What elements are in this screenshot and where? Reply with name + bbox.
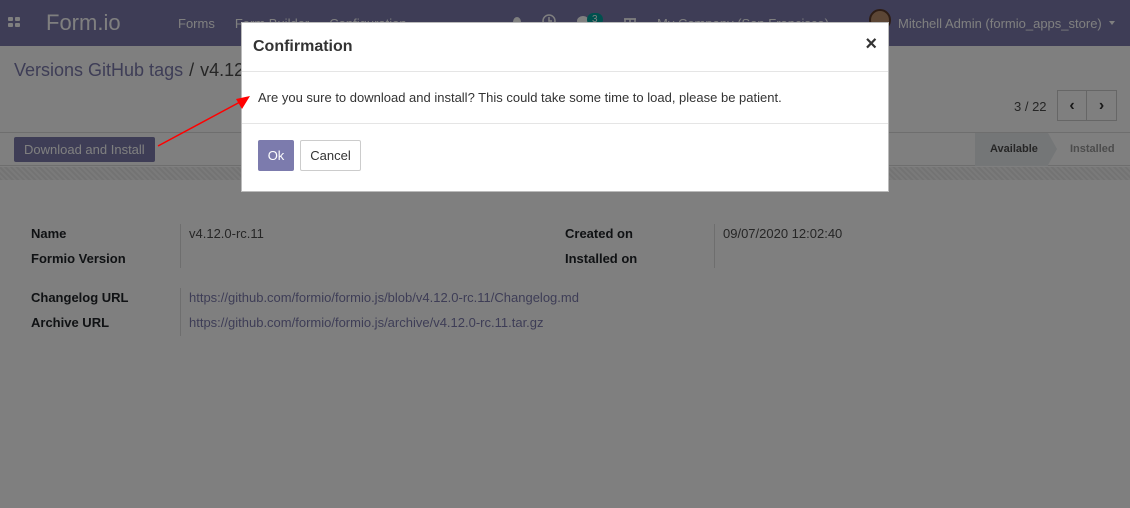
cancel-button[interactable]: Cancel	[300, 140, 361, 171]
confirmation-dialog: Confirmation × Are you sure to download …	[241, 22, 889, 192]
modal-header: Confirmation ×	[242, 23, 888, 72]
ok-button[interactable]: Ok	[258, 140, 294, 171]
modal-message: Are you sure to download and install? Th…	[258, 90, 782, 105]
modal-title: Confirmation	[253, 38, 353, 55]
close-icon[interactable]: ×	[865, 34, 877, 54]
modal-body: Are you sure to download and install? Th…	[242, 72, 888, 124]
